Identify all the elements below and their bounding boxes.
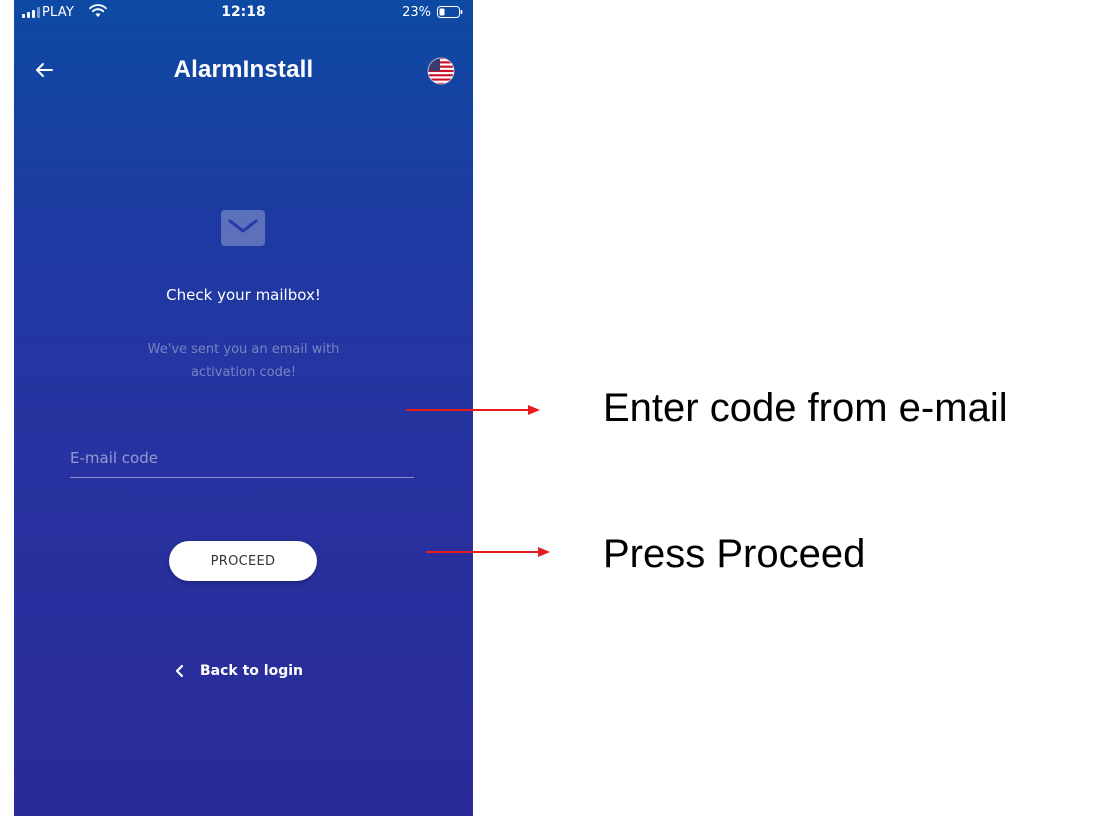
arrow-right-icon bbox=[406, 405, 540, 415]
arrow-right-icon bbox=[426, 547, 550, 557]
annotation-press-proceed: Press Proceed bbox=[603, 532, 866, 576]
email-code-input[interactable] bbox=[70, 438, 414, 478]
battery-percentage: 23% bbox=[402, 5, 431, 20]
back-to-login-link[interactable]: Back to login bbox=[174, 659, 303, 683]
envelope-icon bbox=[221, 210, 265, 246]
annotation-enter-code: Enter code from e-mail bbox=[603, 386, 1008, 430]
battery-icon bbox=[437, 6, 463, 18]
tutorial-canvas: PLAY 12:18 23% AlarmInstall Check your m… bbox=[0, 0, 1094, 816]
instruction-text: We've sent you an email with activation … bbox=[147, 342, 340, 380]
us-flag-icon[interactable] bbox=[427, 57, 455, 85]
chevron-left-icon bbox=[175, 664, 184, 678]
app-title: AlarmInstall bbox=[173, 56, 314, 83]
app-header: AlarmInstall bbox=[14, 50, 473, 100]
page-heading: Check your mailbox! bbox=[166, 286, 321, 304]
back-to-login-label: Back to login bbox=[200, 663, 303, 679]
status-bar: PLAY 12:18 23% bbox=[14, 0, 473, 26]
proceed-button[interactable]: PROCEED bbox=[169, 541, 317, 581]
